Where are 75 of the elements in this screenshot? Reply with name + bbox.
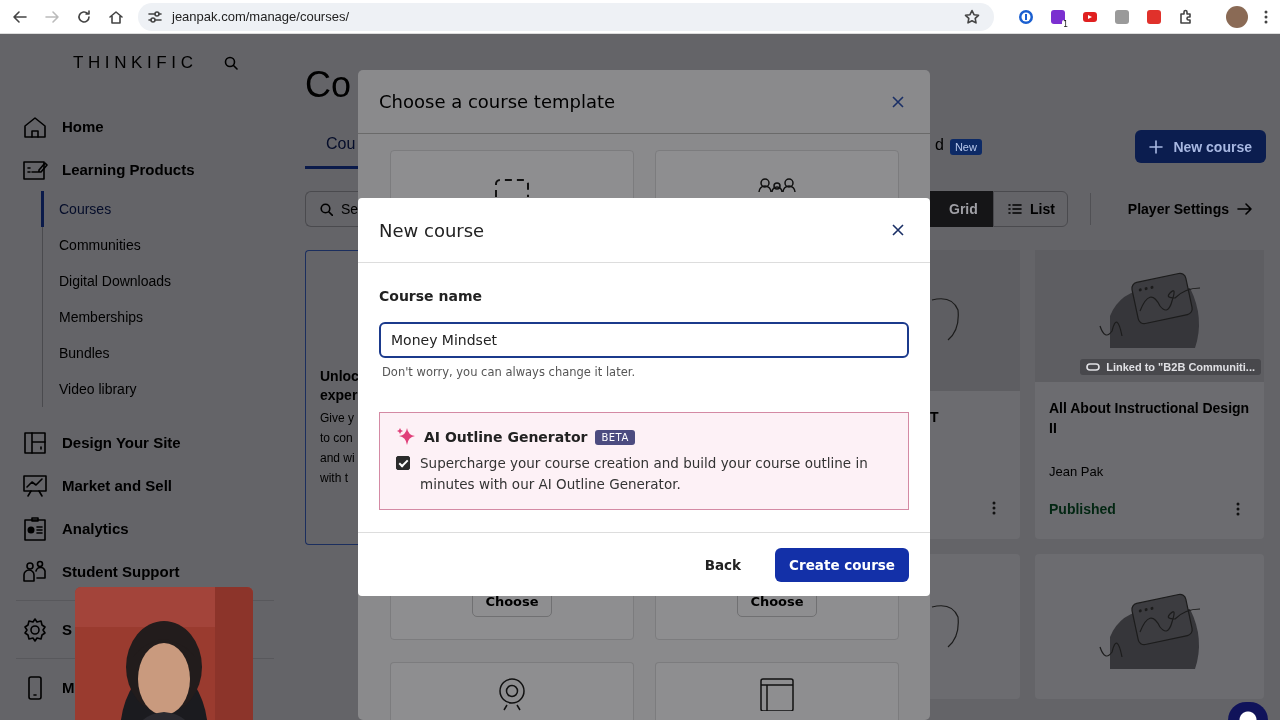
player-settings-link[interactable]: Player Settings xyxy=(1127,201,1253,217)
dialog-title: Choose a course template xyxy=(379,91,616,112)
more-icon[interactable] xyxy=(1236,502,1240,517)
beta-badge: BETA xyxy=(595,429,635,445)
nav-subitem[interactable]: Courses xyxy=(41,191,290,227)
link-icon xyxy=(1086,362,1101,371)
dashed-outline-icon xyxy=(494,178,530,198)
course-title: All About Instructional Design II xyxy=(1048,398,1251,438)
ai-description: Supercharge your course creation and build your course outline in minutes with our AI Outline Generator. xyxy=(420,454,869,494)
settings-icon xyxy=(22,616,48,643)
people-icon xyxy=(22,558,48,585)
course-card[interactable]: T xyxy=(930,250,1020,539)
course-status: Published xyxy=(1049,501,1116,518)
nav-subitem[interactable]: Video library xyxy=(43,371,290,407)
input-field[interactable]: Money Mindset xyxy=(379,322,909,358)
clipboard-chart-icon xyxy=(22,515,48,542)
list-icon xyxy=(1008,203,1022,215)
home-icon[interactable] xyxy=(108,8,124,25)
layout-icon xyxy=(22,429,48,456)
view-toggle[interactable]: Grid xyxy=(930,191,993,227)
nav-item[interactable]: Home xyxy=(22,113,104,140)
logo[interactable]: THINKIFIC xyxy=(73,53,198,73)
close-icon[interactable] xyxy=(891,223,905,237)
back-button[interactable]: Back xyxy=(690,548,756,582)
course-card[interactable]: Linked to "B2B Communiti... All About Instructional Design II Jean Pak Published xyxy=(1035,250,1264,539)
extension-badge: 1 xyxy=(1061,19,1069,29)
nav-subitem[interactable]: Digital Downloads xyxy=(43,263,290,299)
checkbox[interactable] xyxy=(396,456,410,470)
people-icon xyxy=(757,178,797,192)
avatar[interactable] xyxy=(1226,5,1248,28)
course-author: Jean Pak xyxy=(1049,463,1104,479)
view-toggle[interactable]: List xyxy=(993,191,1068,227)
search-icon xyxy=(320,202,333,216)
ai-title: AI Outline Generator xyxy=(424,429,588,445)
extension-icon[interactable] xyxy=(1018,8,1034,25)
linked-badge: Linked to "B2B Communiti... xyxy=(1080,358,1261,375)
star-icon[interactable] xyxy=(964,8,980,25)
extension-icon[interactable] xyxy=(1146,8,1162,25)
page-title: Co xyxy=(305,63,353,107)
tab[interactable]: d xyxy=(930,123,944,170)
new-course-button[interactable]: New course xyxy=(1135,130,1266,163)
nav-item[interactable]: Analytics xyxy=(22,515,129,542)
search-icon[interactable] xyxy=(223,56,238,70)
arrow-right-icon xyxy=(1237,202,1253,216)
nav-item[interactable]: Market and Sell xyxy=(22,472,173,499)
hint-text: Don't worry, you can always change it later. xyxy=(382,364,637,380)
chat-button[interactable] xyxy=(1228,702,1268,720)
promo-title: Unloc exper xyxy=(320,367,358,405)
site-settings-icon[interactable] xyxy=(148,9,162,24)
menu-icon[interactable] xyxy=(1264,8,1268,25)
extension-icon[interactable] xyxy=(1114,8,1130,25)
course-title: T xyxy=(930,408,940,427)
nav-item[interactable]: M xyxy=(22,674,75,701)
new-badge: New xyxy=(949,138,982,155)
dialog-title: New course xyxy=(379,219,485,241)
extensions-icon[interactable] xyxy=(1178,8,1194,25)
create-course-button[interactable]: Create course xyxy=(775,548,909,582)
back-icon[interactable] xyxy=(12,8,28,25)
reload-icon[interactable] xyxy=(76,8,92,25)
nav-subitem[interactable]: Communities xyxy=(43,227,290,263)
promo-text: Give y to con and wi with t xyxy=(320,410,356,487)
url-text: jeanpak.com/manage/courses/ xyxy=(172,9,351,24)
nav-item[interactable]: S xyxy=(22,616,72,643)
nav-item[interactable]: Student Support xyxy=(22,558,180,585)
address-bar[interactable]: jeanpak.com/manage/courses/ xyxy=(138,2,994,31)
nav-subitem[interactable]: Bundles xyxy=(43,335,290,371)
template-card[interactable] xyxy=(655,662,899,720)
nav-item[interactable]: Learning Products xyxy=(22,156,195,183)
more-icon[interactable] xyxy=(992,501,996,515)
book-icon xyxy=(759,677,795,711)
nav-subitem[interactable]: Memberships xyxy=(43,299,290,335)
field-label: Course name xyxy=(379,287,483,306)
nav-item[interactable]: Design Your Site xyxy=(22,429,181,456)
presentation-icon xyxy=(22,472,48,499)
plus-icon xyxy=(1149,139,1164,154)
